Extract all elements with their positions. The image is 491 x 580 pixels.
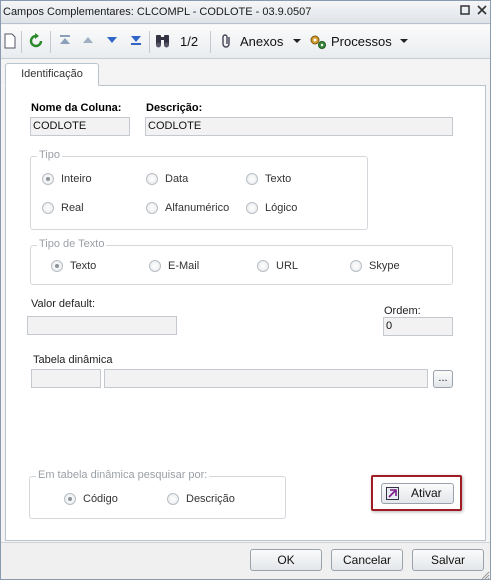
radio-icon	[146, 173, 158, 185]
tipo-radio-real[interactable]: Real	[42, 202, 84, 214]
toolbar: 1/2 Anexos Processos	[1, 25, 490, 59]
nome-coluna-field[interactable]: CODLOTE	[30, 117, 130, 136]
page-indicator: 1/2	[180, 34, 199, 49]
refresh-icon	[29, 33, 43, 48]
tabela-dinamica-browse-button[interactable]: ...	[433, 370, 453, 388]
radio-icon	[257, 260, 269, 272]
resize-grip-icon[interactable]	[480, 570, 490, 580]
processos-menu-button[interactable]: Processos	[309, 25, 411, 59]
radio-icon	[350, 260, 362, 272]
close-icon	[477, 5, 487, 15]
toolbar-separator	[149, 31, 150, 53]
previous-record-button[interactable]	[79, 33, 97, 51]
tipo-texto-radio-skype[interactable]: Skype	[350, 260, 400, 272]
tipo-radio-logico[interactable]: Lógico	[246, 202, 297, 214]
ativar-highlight: Ativar	[371, 475, 462, 511]
ordem-label: Ordem:	[384, 305, 421, 317]
save-button[interactable]: Salvar	[412, 549, 484, 571]
tipo-group-label: Tipo	[37, 149, 62, 161]
toolbar-separator	[21, 31, 22, 53]
processos-label: Processos	[331, 34, 392, 49]
paperclip-icon	[218, 33, 236, 51]
tabela-dinamica-code-field[interactable]	[31, 369, 101, 388]
tipo-group: Tipo Inteiro Data Texto Real Alfanuméric…	[30, 149, 368, 230]
pesquisar-radio-codigo[interactable]: Código	[64, 493, 118, 505]
close-button[interactable]	[475, 5, 489, 19]
valor-default-field[interactable]	[27, 316, 177, 335]
anexos-menu-button[interactable]: Anexos	[218, 25, 304, 59]
ativar-icon	[386, 487, 399, 500]
gears-icon	[309, 33, 327, 51]
anexos-label: Anexos	[240, 34, 284, 49]
footer-bar: OK Cancelar Salvar	[1, 542, 490, 580]
pesquisar-por-group: Em tabela dinâmica pesquisar por: Código…	[29, 469, 286, 519]
descricao-field[interactable]: CODLOTE	[145, 117, 453, 136]
tipo-radio-inteiro[interactable]: Inteiro	[42, 173, 92, 185]
new-record-button[interactable]	[1, 33, 19, 51]
radio-icon	[167, 493, 179, 505]
toolbar-separator	[50, 31, 51, 53]
title-bar: Campos Complementares: CLCOMPL - CODLOTE…	[1, 1, 490, 24]
tab-identificacao[interactable]: Identificação	[5, 63, 99, 86]
next-record-button[interactable]	[103, 33, 121, 51]
radio-icon	[149, 260, 161, 272]
window-title: Campos Complementares: CLCOMPL - CODLOTE…	[3, 6, 312, 18]
tipo-radio-texto[interactable]: Texto	[246, 173, 291, 185]
tipo-texto-group-label: Tipo de Texto	[37, 238, 107, 250]
valor-default-label: Valor default:	[31, 298, 96, 310]
radio-icon	[42, 202, 54, 214]
tipo-texto-radio-texto[interactable]: Texto	[51, 260, 96, 272]
refresh-button[interactable]	[27, 33, 45, 51]
pesquisar-radio-descricao[interactable]: Descrição	[167, 493, 235, 505]
tipo-radio-data[interactable]: Data	[146, 173, 188, 185]
radio-icon	[246, 202, 258, 214]
tabela-dinamica-description-field[interactable]	[104, 369, 428, 388]
ativar-label: Ativar	[411, 486, 442, 500]
binoculars-icon	[156, 35, 169, 48]
restore-icon	[460, 5, 470, 15]
radio-selected-icon	[51, 260, 63, 272]
toolbar-separator	[210, 31, 211, 53]
tipo-texto-radio-email[interactable]: E-Mail	[149, 260, 199, 272]
chevron-down-icon	[288, 33, 306, 51]
tipo-texto-radio-url[interactable]: URL	[257, 260, 298, 272]
ativar-button[interactable]: Ativar	[381, 483, 454, 504]
radio-selected-icon	[64, 493, 76, 505]
new-document-icon	[4, 33, 16, 49]
find-button[interactable]	[154, 33, 172, 51]
first-record-button[interactable]	[56, 33, 74, 51]
nome-coluna-label: Nome da Coluna:	[31, 102, 122, 114]
tipo-texto-group: Tipo de Texto Texto E-Mail URL Skype	[30, 238, 453, 285]
last-record-button[interactable]	[127, 33, 145, 51]
ordem-field[interactable]: 0	[383, 317, 453, 336]
descricao-label: Descrição:	[146, 102, 203, 114]
down-arrow-icon	[107, 37, 117, 43]
dialog-window: Campos Complementares: CLCOMPL - CODLOTE…	[0, 0, 491, 580]
tabela-dinamica-label: Tabela dinâmica	[33, 354, 113, 366]
pesquisar-por-group-label: Em tabela dinâmica pesquisar por:	[36, 469, 210, 481]
last-arrow-icon	[131, 36, 141, 45]
chevron-down-icon	[395, 33, 413, 51]
radio-icon	[146, 202, 158, 214]
tipo-radio-alfanumerico[interactable]: Alfanumérico	[146, 202, 229, 214]
radio-icon	[246, 173, 258, 185]
first-arrow-icon	[60, 35, 70, 44]
up-arrow-icon	[83, 37, 93, 43]
ok-button[interactable]: OK	[250, 549, 322, 571]
restore-button[interactable]	[458, 5, 472, 19]
identificacao-panel: Nome da Coluna: CODLOTE Descrição: CODLO…	[5, 85, 486, 541]
cancel-button[interactable]: Cancelar	[331, 549, 403, 571]
radio-selected-icon	[42, 173, 54, 185]
